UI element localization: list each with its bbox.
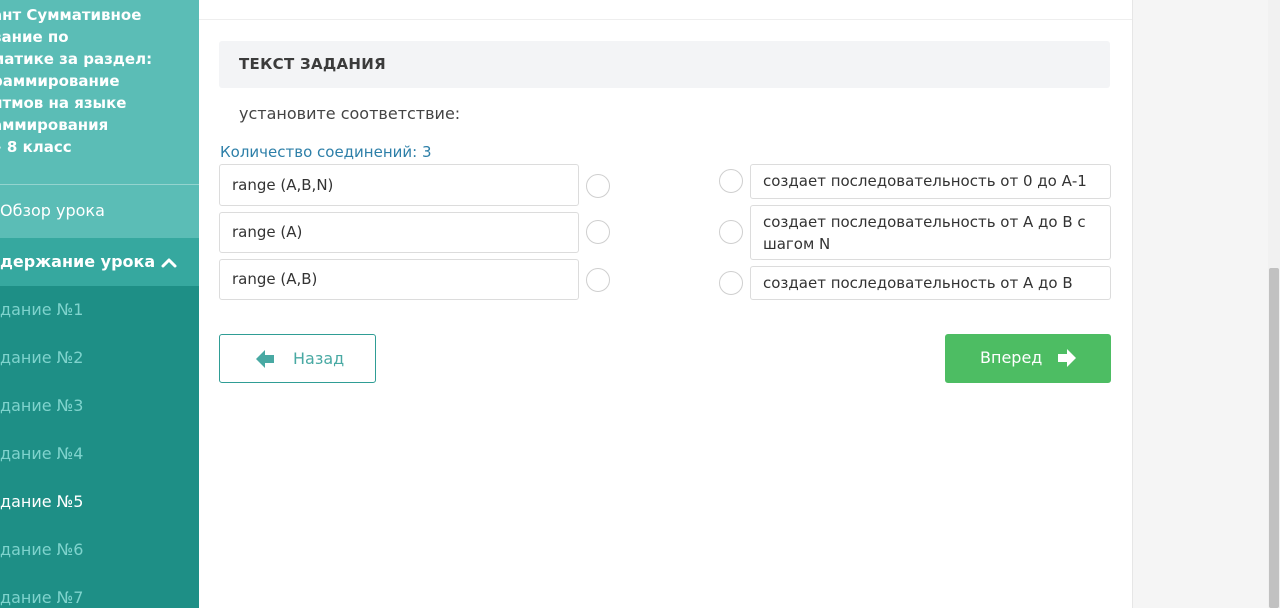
chevron-up-icon[interactable] bbox=[159, 238, 179, 286]
sidebar: ант Суммативное вание по матике за разде… bbox=[0, 0, 199, 608]
top-divider bbox=[199, 19, 1132, 20]
sidebar-section-content[interactable]: держание урока bbox=[0, 238, 199, 286]
back-button-label: Назад bbox=[293, 349, 345, 368]
connections-count: Количество соединений: 3 bbox=[220, 143, 432, 161]
match-right-label: создает последовательность от А до В с ш… bbox=[763, 213, 1086, 253]
scrollbar-thumb[interactable] bbox=[1269, 268, 1279, 608]
match-right-item[interactable]: создает последовательность от А до В с ш… bbox=[750, 205, 1111, 260]
match-left-item[interactable]: range (A,B) bbox=[219, 259, 579, 300]
match-right-label: создает последовательность от А до В bbox=[763, 274, 1073, 292]
right-connector-dot[interactable] bbox=[719, 169, 743, 193]
sidebar-item-task-6[interactable]: дание №6 bbox=[0, 526, 199, 574]
match-left-item[interactable]: range (A) bbox=[219, 212, 579, 253]
task-header: ТЕКСТ ЗАДАНИЯ bbox=[219, 41, 1110, 88]
sidebar-divider bbox=[0, 184, 199, 185]
sidebar-item-overview[interactable]: Обзор урока bbox=[0, 193, 199, 231]
sidebar-item-task-4[interactable]: дание №4 bbox=[0, 430, 199, 478]
left-connector-dot[interactable] bbox=[586, 174, 610, 198]
left-connector-dot[interactable] bbox=[586, 220, 610, 244]
match-right-label: создает последовательность от 0 до А-1 bbox=[763, 172, 1087, 190]
right-gutter bbox=[1132, 0, 1268, 608]
sidebar-item-task-1[interactable]: дание №1 bbox=[0, 286, 199, 334]
back-button[interactable]: Назад bbox=[219, 334, 376, 383]
sidebar-item-task-5[interactable]: дание №5 bbox=[0, 478, 199, 526]
sidebar-item-task-2[interactable]: дание №2 bbox=[0, 334, 199, 382]
right-connector-dot[interactable] bbox=[719, 271, 743, 295]
sidebar-task-list: дание №1 дание №2 дание №3 дание №4 дани… bbox=[0, 286, 199, 608]
arrow-left-icon bbox=[256, 350, 276, 368]
sidebar-item-task-7[interactable]: дание №7 bbox=[0, 574, 199, 608]
left-connector-dot[interactable] bbox=[586, 268, 610, 292]
main-content: ТЕКСТ ЗАДАНИЯ установите соответствие: К… bbox=[199, 0, 1132, 608]
sidebar-item-task-3[interactable]: дание №3 bbox=[0, 382, 199, 430]
next-button[interactable]: Вперед bbox=[945, 334, 1111, 383]
arrow-right-icon bbox=[1056, 349, 1076, 367]
match-right-item[interactable]: создает последовательность от А до В bbox=[750, 266, 1111, 300]
match-left-item[interactable]: range (A,B,N) bbox=[219, 164, 579, 206]
match-right-item[interactable]: создает последовательность от 0 до А-1 bbox=[750, 164, 1111, 199]
page-scrollbar[interactable] bbox=[1268, 0, 1280, 608]
course-title: ант Суммативное вание по матике за разде… bbox=[0, 6, 153, 156]
right-connector-dot[interactable] bbox=[719, 220, 743, 244]
next-button-label: Вперед bbox=[980, 348, 1043, 367]
sidebar-section-label: держание урока bbox=[0, 252, 156, 271]
task-instruction: установите соответствие: bbox=[239, 104, 461, 123]
